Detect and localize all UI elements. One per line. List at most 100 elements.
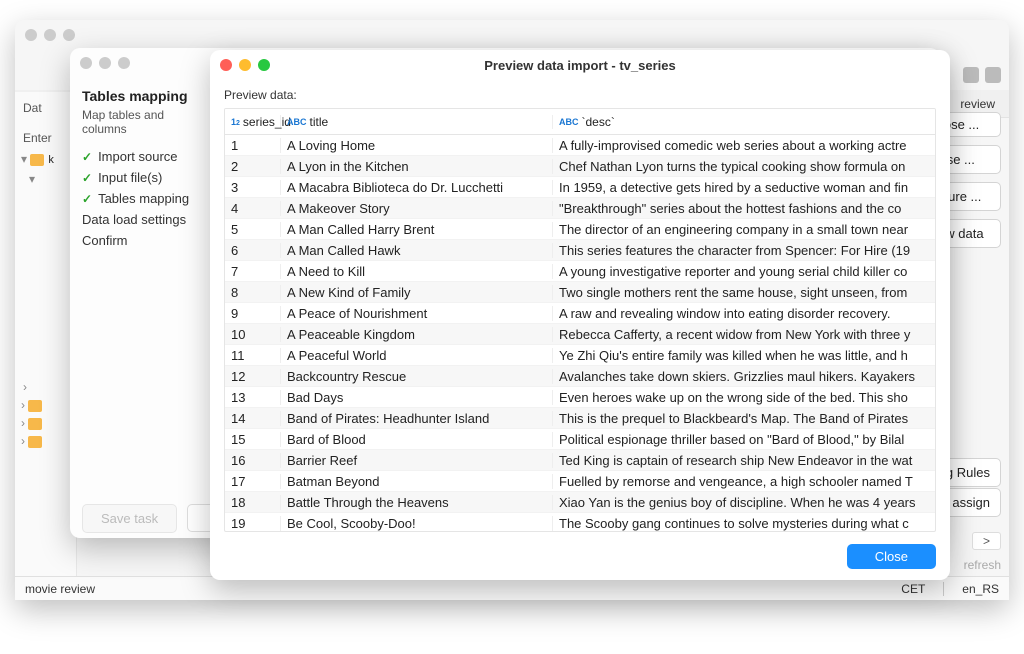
cell-desc: Chef Nathan Lyon turns the typical cooki… <box>553 159 935 174</box>
cell-title: A Peaceful World <box>281 348 553 363</box>
table-row[interactable]: 19Be Cool, Scooby-Doo!The Scooby gang co… <box>225 513 935 532</box>
cell-desc: A fully-improvised comedic web series ab… <box>553 138 935 153</box>
check-icon: ✓ <box>82 192 92 206</box>
step-data-load[interactable]: Data load settings <box>82 209 193 230</box>
table-row[interactable]: 14Band of Pirates: Headhunter IslandThis… <box>225 408 935 429</box>
cell-title: A Man Called Hawk <box>281 243 553 258</box>
zoom-icon[interactable] <box>63 29 75 41</box>
navigator-panel: Dat Enter ▾ k ▾ › › › › <box>15 92 77 576</box>
cell-title: Be Cool, Scooby-Doo! <box>281 516 553 531</box>
table-row[interactable]: 6A Man Called HawkThis series features t… <box>225 240 935 261</box>
text-type-icon: ABC <box>287 117 307 127</box>
cell-id: 3 <box>225 180 281 195</box>
wizard-steps-panel: Tables mapping Map tables and columns ✓I… <box>70 78 205 498</box>
zoom-icon[interactable] <box>118 57 130 69</box>
cell-id: 7 <box>225 264 281 279</box>
cell-id: 2 <box>225 159 281 174</box>
cell-desc: Even heroes wake up on the wrong side of… <box>553 390 935 405</box>
cell-desc: Rebecca Cafferty, a recent widow from Ne… <box>553 327 935 342</box>
cell-id: 12 <box>225 369 281 384</box>
cell-id: 6 <box>225 243 281 258</box>
wizard-title: Tables mapping <box>82 88 193 108</box>
table-row[interactable]: 15Bard of BloodPolitical espionage thril… <box>225 429 935 450</box>
folder-icon <box>30 154 44 166</box>
close-button[interactable]: Close <box>847 544 936 569</box>
column-title[interactable]: ABCtitle <box>281 115 553 129</box>
save-task-button: Save task <box>82 504 177 533</box>
status-timezone: CET <box>901 582 925 596</box>
cell-id: 14 <box>225 411 281 426</box>
folder-icon <box>28 436 42 448</box>
cell-id: 11 <box>225 348 281 363</box>
cell-id: 8 <box>225 285 281 300</box>
dropdown-indicator[interactable]: > <box>972 532 1001 550</box>
cell-id: 13 <box>225 390 281 405</box>
step-confirm[interactable]: Confirm <box>82 230 193 251</box>
table-row[interactable]: 4A Makeover Story"Breakthrough" series a… <box>225 198 935 219</box>
table-row[interactable]: 11A Peaceful WorldYe Zhi Qiu's entire fa… <box>225 345 935 366</box>
main-titlebar <box>15 20 1009 50</box>
table-row[interactable]: 7A Need to KillA young investigative rep… <box>225 261 935 282</box>
status-left: movie review <box>25 582 95 596</box>
table-row[interactable]: 18Battle Through the HeavensXiao Yan is … <box>225 492 935 513</box>
cell-desc: In 1959, a detective gets hired by a sed… <box>553 180 935 195</box>
cell-desc: Two single mothers rent the same house, … <box>553 285 935 300</box>
editor-tab[interactable]: review <box>950 95 1005 113</box>
column-series-id[interactable]: 12series_id <box>225 115 281 129</box>
table-row[interactable]: 13Bad DaysEven heroes wake up on the wro… <box>225 387 935 408</box>
nav-tab[interactable]: Dat <box>19 98 72 118</box>
cell-title: A Lyon in the Kitchen <box>281 159 553 174</box>
cell-title: Battle Through the Heavens <box>281 495 553 510</box>
cell-desc: Xiao Yan is the genius boy of discipline… <box>553 495 935 510</box>
table-row[interactable]: 2A Lyon in the KitchenChef Nathan Lyon t… <box>225 156 935 177</box>
cell-title: A New Kind of Family <box>281 285 553 300</box>
preview-footer: Close <box>210 532 950 580</box>
table-row[interactable]: 9A Peace of NourishmentA raw and reveali… <box>225 303 935 324</box>
cell-title: Band of Pirates: Headhunter Island <box>281 411 553 426</box>
cell-title: Backcountry Rescue <box>281 369 553 384</box>
cell-desc: The director of an engineering company i… <box>553 222 935 237</box>
grid-rows: 1A Loving HomeA fully-improvised comedic… <box>225 135 935 532</box>
tool-icon[interactable] <box>963 67 979 83</box>
folder-icon <box>28 418 42 430</box>
text-type-icon: ABC <box>559 117 579 127</box>
preview-label: Preview data: <box>224 88 936 108</box>
enter-label: Enter <box>19 128 72 148</box>
cell-id: 17 <box>225 474 281 489</box>
cell-title: A Need to Kill <box>281 264 553 279</box>
table-row[interactable]: 17Batman BeyondFuelled by remorse and ve… <box>225 471 935 492</box>
status-locale: en_RS <box>962 582 999 596</box>
table-row[interactable]: 3A Macabra Biblioteca do Dr. LucchettiIn… <box>225 177 935 198</box>
table-row[interactable]: 1A Loving HomeA fully-improvised comedic… <box>225 135 935 156</box>
step-input-files[interactable]: ✓Input file(s) <box>82 167 193 188</box>
number-type-icon: 12 <box>231 117 240 127</box>
table-row[interactable]: 12Backcountry RescueAvalanches take down… <box>225 366 935 387</box>
cell-title: Barrier Reef <box>281 453 553 468</box>
cell-id: 15 <box>225 432 281 447</box>
column-desc[interactable]: ABC`desc` <box>553 115 935 129</box>
minimize-icon[interactable] <box>99 57 111 69</box>
cell-id: 19 <box>225 516 281 531</box>
cell-id: 4 <box>225 201 281 216</box>
cell-desc: This is the prequel to Blackbeard's Map.… <box>553 411 935 426</box>
table-row[interactable]: 8A New Kind of FamilyTwo single mothers … <box>225 282 935 303</box>
table-row[interactable]: 5A Man Called Harry BrentThe director of… <box>225 219 935 240</box>
minimize-icon[interactable] <box>44 29 56 41</box>
cell-title: A Man Called Harry Brent <box>281 222 553 237</box>
toolbar-right <box>963 67 1001 83</box>
close-icon[interactable] <box>25 29 37 41</box>
step-tables-mapping[interactable]: ✓Tables mapping <box>82 188 193 209</box>
step-import-source[interactable]: ✓Import source <box>82 146 193 167</box>
table-row[interactable]: 16Barrier ReefTed King is captain of res… <box>225 450 935 471</box>
cell-desc: Fuelled by remorse and vengeance, a high… <box>553 474 935 489</box>
cell-title: Batman Beyond <box>281 474 553 489</box>
cell-desc: Ted King is captain of research ship New… <box>553 453 935 468</box>
cell-title: A Macabra Biblioteca do Dr. Lucchetti <box>281 180 553 195</box>
avatar-icon[interactable] <box>985 67 1001 83</box>
cell-desc: The Scooby gang continues to solve myste… <box>553 516 935 531</box>
table-row[interactable]: 10A Peaceable KingdomRebecca Cafferty, a… <box>225 324 935 345</box>
close-icon[interactable] <box>80 57 92 69</box>
cell-title: A Peace of Nourishment <box>281 306 553 321</box>
cell-title: Bard of Blood <box>281 432 553 447</box>
cell-desc: A raw and revealing window into eating d… <box>553 306 935 321</box>
